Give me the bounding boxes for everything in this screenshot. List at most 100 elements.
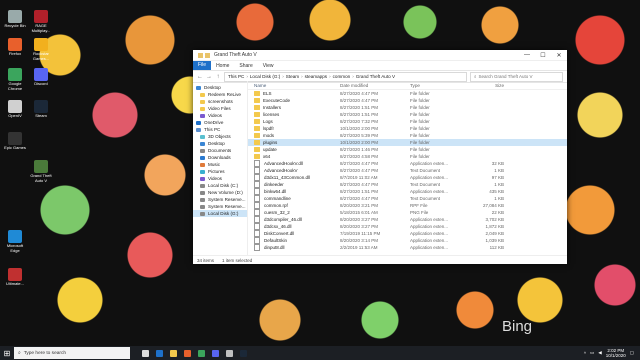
- nav-item[interactable]: Videos: [193, 112, 247, 119]
- desktop-icon[interactable]: Google Chrome: [2, 68, 28, 91]
- nav-item[interactable]: Downloads: [193, 154, 247, 161]
- file-row[interactable]: commandline 8/27/2020 4:47 PM Text Documen…: [248, 195, 567, 202]
- file-row[interactable]: d3dx11_43Common.dll 8/7/2019 11:02 AM Appl…: [248, 174, 567, 181]
- nav-item[interactable]: This PC: [193, 126, 247, 133]
- tab-home[interactable]: Home: [211, 63, 234, 69]
- taskbar-app-icon[interactable]: [184, 349, 191, 357]
- breadcrumb-common[interactable]: common: [333, 74, 351, 79]
- clock[interactable]: 2:02 PM 10/1/2020: [606, 348, 626, 358]
- taskbar-app-icon[interactable]: [226, 349, 233, 357]
- breadcrumb-this-pc[interactable]: This PC: [228, 74, 244, 79]
- file-row[interactable]: licenses 8/27/2020 1:51 PM File folder: [248, 111, 567, 118]
- desktop-icon[interactable]: Microsoft Edge: [2, 230, 28, 253]
- desktop-icon[interactable]: OpenIV: [2, 100, 28, 119]
- nav-item[interactable]: Video Files: [193, 105, 247, 112]
- desktop-icon[interactable]: Grand Theft Auto V: [28, 160, 54, 183]
- desktop-icon[interactable]: Epic Games: [2, 132, 28, 151]
- desktop-icon[interactable]: Discord: [28, 68, 54, 87]
- file-row[interactable]: DiskConvert.dll 7/19/2019 11:15 PM Applica…: [248, 230, 567, 237]
- file-row[interactable]: DefaultSkin 8/20/2020 3:14 PM Application …: [248, 237, 567, 244]
- file-row[interactable]: AdvancedHookV.dll 8/27/2020 4:47 PM Applic…: [248, 160, 567, 167]
- close-button[interactable]: ✕: [551, 52, 567, 59]
- taskbar-search[interactable]: ⌕ Type here to search: [14, 347, 130, 359]
- file-row[interactable]: ELS 8/27/2020 4:47 PM File folder: [248, 90, 567, 97]
- nav-item[interactable]: OneDrive: [193, 119, 247, 126]
- title-bar[interactable]: Grand Theft Auto V — ☐ ✕: [193, 50, 567, 61]
- nav-item[interactable]: System Reserve...: [193, 196, 247, 203]
- tab-share[interactable]: Share: [234, 63, 257, 69]
- breadcrumb-steamapps[interactable]: steamapps: [305, 74, 327, 79]
- file-name: dinkeeder: [264, 182, 284, 187]
- desktop-icon[interactable]: Ultimate...: [2, 268, 28, 287]
- nav-item[interactable]: Local Disk (G:): [193, 210, 247, 217]
- file-row[interactable]: common.rpf 8/20/2020 3:21 PM RPF File 27,08…: [248, 202, 567, 209]
- file-row[interactable]: binkw64.dll 8/27/2020 1:51 PM Application …: [248, 188, 567, 195]
- nav-item[interactable]: screenshots: [193, 98, 247, 105]
- file-row[interactable]: ExecuteCode 8/27/2020 4:47 PM File folder: [248, 97, 567, 104]
- up-arrow-icon[interactable]: ↑: [215, 74, 221, 80]
- breadcrumb-local-disk[interactable]: Local Disk (G:): [250, 74, 280, 79]
- desktop-icon-label: Firefox: [8, 51, 22, 56]
- file-row[interactable]: dinput8.dll 2/2/2019 11:53 AM Application …: [248, 244, 567, 251]
- desktop-icon[interactable]: RAGE Multiplay...: [28, 10, 54, 33]
- nav-item[interactable]: 3D Objects: [193, 133, 247, 140]
- file-date: 8/27/2020 4:47 PM: [340, 91, 379, 96]
- taskbar-app-icon[interactable]: [198, 349, 205, 357]
- file-row[interactable]: Installers 8/27/2020 1:51 PM File folder: [248, 104, 567, 111]
- back-arrow-icon[interactable]: ←: [197, 74, 203, 80]
- column-type[interactable]: Type: [410, 83, 464, 88]
- taskbar-app-icon[interactable]: [212, 349, 219, 357]
- nav-item[interactable]: Local Disk (C:): [193, 182, 247, 189]
- desktop-icon[interactable]: Steam: [28, 100, 54, 119]
- column-date[interactable]: Date modified: [340, 83, 410, 88]
- taskbar-app-icon[interactable]: [156, 349, 163, 357]
- file-name-cell: d3dcsx_46.dll: [248, 223, 340, 230]
- breadcrumb-gta[interactable]: Grand Theft Auto V: [356, 74, 395, 79]
- nav-item[interactable]: New Volume (D:): [193, 189, 247, 196]
- nav-item[interactable]: Videos: [193, 175, 247, 182]
- nav-item[interactable]: Desktop: [193, 140, 247, 147]
- desktop-icon[interactable]: Recycle Bin: [2, 10, 28, 29]
- nav-item[interactable]: System Reserve...: [193, 203, 247, 210]
- file-row[interactable]: update 8/27/2020 1:46 PM File folder: [248, 146, 567, 153]
- taskbar-search-placeholder: Type here to search: [23, 350, 67, 356]
- column-name[interactable]: Name: [248, 83, 340, 88]
- desktop-icon[interactable]: Firefox: [2, 38, 28, 57]
- minimize-button[interactable]: —: [519, 52, 535, 58]
- search-input[interactable]: ⌕ Search Grand Theft Auto V: [470, 71, 563, 82]
- taskbar-app-icon[interactable]: [170, 349, 177, 357]
- taskbar-app-icon[interactable]: [240, 349, 247, 357]
- start-button[interactable]: ⊞: [0, 346, 14, 360]
- file-row[interactable]: d3dcsx_46.dll 8/20/2020 3:27 PM Applicatio…: [248, 223, 567, 230]
- breadcrumb[interactable]: This PC › Local Disk (G:) › Steam › steamap…: [224, 71, 467, 82]
- nav-item[interactable]: Music: [193, 161, 247, 168]
- chevron-up-icon[interactable]: ^: [584, 351, 586, 356]
- breadcrumb-steam[interactable]: Steam: [286, 74, 299, 79]
- tab-view[interactable]: View: [258, 63, 279, 69]
- file-row[interactable]: plugins 10/1/2020 2:00 PM File folder: [248, 139, 567, 146]
- file-icon: [254, 237, 260, 244]
- folder-icon: [254, 91, 260, 96]
- desktop-icon[interactable]: Rockstar Games...: [28, 38, 54, 61]
- file-row[interactable]: AdvancedHookV 8/27/2020 4:47 PM Text Docum…: [248, 167, 567, 174]
- maximize-button[interactable]: ☐: [535, 52, 551, 59]
- file-row[interactable]: lspdfr 10/1/2020 2:00 PM File folder: [248, 125, 567, 132]
- nav-item[interactable]: Redeem ReLive: [193, 91, 247, 98]
- forward-arrow-icon[interactable]: →: [206, 74, 212, 80]
- file-row[interactable]: cuesm_32_2 5/18/2015 6:01 AM PNG File 22 KB: [248, 209, 567, 216]
- column-size[interactable]: Size: [464, 83, 504, 88]
- nav-item[interactable]: Pictures: [193, 168, 247, 175]
- network-icon[interactable]: ▭: [590, 350, 594, 356]
- nav-item-label: screenshots: [208, 99, 233, 104]
- nav-item[interactable]: Desktop: [193, 84, 247, 91]
- file-row[interactable]: d3dcompiler_46.dll 8/20/2020 3:27 PM Appli…: [248, 216, 567, 223]
- taskbar-app-icon[interactable]: [142, 349, 149, 357]
- file-row[interactable]: dinkeeder 8/27/2020 4:47 PM Text Document 1…: [248, 181, 567, 188]
- file-row[interactable]: Logs 8/27/2020 7:32 PM File folder: [248, 118, 567, 125]
- notifications-icon[interactable]: ▢: [630, 350, 634, 356]
- volume-icon[interactable]: ◀: [598, 350, 601, 356]
- nav-item[interactable]: Documents: [193, 147, 247, 154]
- file-row[interactable]: mods 8/27/2020 5:39 PM File folder: [248, 132, 567, 139]
- tab-file[interactable]: File: [193, 61, 212, 70]
- file-row[interactable]: x64 8/27/2020 4:58 PM File folder: [248, 153, 567, 160]
